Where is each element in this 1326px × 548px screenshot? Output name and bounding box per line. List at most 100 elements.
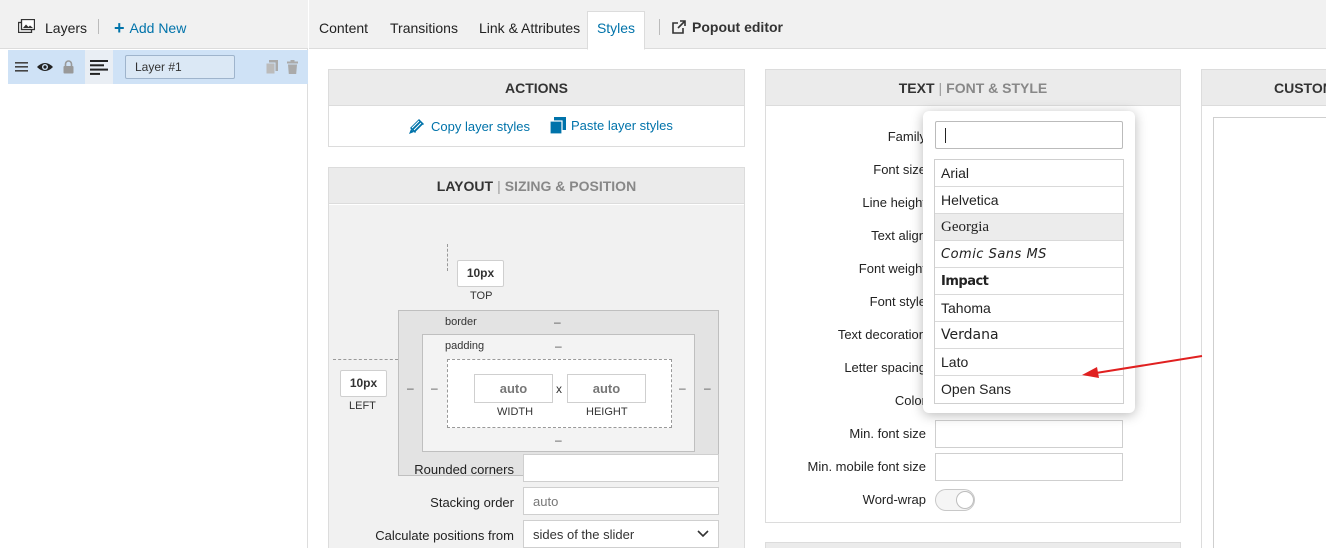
layers-title: Layers (45, 20, 88, 36)
popout-editor-label: Popout editor (692, 19, 783, 35)
paste-layer-styles-button[interactable]: Paste layer styles (550, 117, 673, 134)
padding-bottom-value[interactable]: – (555, 433, 562, 447)
lock-icon[interactable] (62, 57, 74, 77)
font-family-label: Family (887, 129, 926, 144)
padding-label: padding (445, 340, 485, 352)
tab-link-attributes[interactable]: Link & Attributes (479, 20, 580, 36)
font-option-arial[interactable]: Arial (935, 160, 1123, 187)
font-size-label: Font size (873, 162, 926, 177)
layers-panel: Layers + Add New Layer #1 (0, 0, 308, 548)
min-mobile-font-size-input[interactable] (935, 453, 1123, 481)
font-option-helvetica[interactable]: Helvetica (935, 187, 1123, 214)
left-offset-input[interactable]: 10px (340, 370, 387, 397)
layout-title-main: LAYOUT (436, 178, 494, 194)
rounded-corners-input[interactable] (523, 454, 719, 482)
border-top-value[interactable]: – (554, 315, 561, 329)
layer-row[interactable]: Layer #1 (8, 50, 308, 84)
duplicate-layer-icon[interactable] (266, 57, 278, 77)
word-wrap-toggle[interactable] (935, 489, 975, 511)
content-area: auto x auto WIDTH HEIGHT (447, 359, 672, 428)
tabs-divider (659, 19, 660, 35)
copy-layer-styles-label: Copy layer styles (431, 118, 530, 134)
stacking-order-row: Stacking order auto (329, 487, 746, 517)
border-left-value[interactable]: – (407, 381, 414, 395)
stacking-order-label: Stacking order (430, 495, 514, 510)
box-model-editor: 10px TOP 10px LEFT border – – – – paddin… (329, 205, 744, 548)
font-option-impact[interactable]: Impact (935, 268, 1123, 295)
editor-tabs: Content Transitions Link & Attributes St… (309, 0, 1326, 50)
text-decoration-label: Text decoration (837, 327, 926, 342)
top-offset-guide (447, 244, 448, 271)
visibility-eye-icon[interactable] (36, 57, 54, 77)
calc-positions-select[interactable]: sides of the slider (523, 520, 719, 548)
calc-positions-value: sides of the slider (533, 527, 635, 542)
layout-title: LAYOUT | SIZING & POSITION (329, 168, 744, 204)
actions-title: ACTIONS (329, 70, 744, 106)
letter-spacing-label: Letter spacing (844, 360, 926, 375)
font-option-comic-sans-ms[interactable]: Comic Sans MS (935, 241, 1123, 268)
text-title-sub: FONT & STYLE (946, 80, 1048, 96)
text-layer-type-icon (85, 50, 113, 84)
layout-panel: LAYOUT | SIZING & POSITION 10px TOP 10px L… (328, 167, 745, 548)
font-option-tahoma[interactable]: Tahoma (935, 295, 1123, 322)
color-label: Color (894, 393, 926, 408)
rounded-corners-label: Rounded corners (414, 462, 514, 477)
delete-layer-icon[interactable] (286, 57, 298, 77)
layer-name-input[interactable]: Layer #1 (125, 55, 235, 79)
border-area: border – – – – padding – – – – auto x au… (398, 310, 719, 476)
title-separator: | (497, 178, 501, 194)
toggle-knob (956, 491, 974, 509)
min-font-size-input[interactable] (935, 420, 1123, 448)
min-font-size-row: Min. font size (766, 420, 1182, 448)
border-label: border (445, 316, 477, 328)
min-mobile-font-size-label: Min. mobile font size (807, 459, 927, 474)
next-panel-header (765, 542, 1181, 548)
text-cursor (945, 128, 946, 143)
actions-panel: ACTIONS Copy layer styles Paste layer st… (328, 69, 745, 147)
paste-copy-icon (550, 117, 566, 134)
external-link-icon (672, 20, 686, 34)
layers-header: Layers + Add New (0, 0, 308, 49)
copy-brush-icon (409, 119, 424, 134)
times-sign: x (556, 382, 562, 396)
paste-layer-styles-label: Paste layer styles (571, 118, 673, 133)
padding-left-value[interactable]: – (431, 381, 438, 395)
font-search-input[interactable] (935, 121, 1123, 149)
layers-icon (18, 19, 35, 33)
min-font-size-label: Min. font size (849, 426, 926, 441)
font-style-label: Font style (869, 294, 926, 309)
add-new-layer-button[interactable]: + Add New (114, 18, 186, 39)
height-caption: HEIGHT (586, 406, 628, 418)
header-divider (98, 19, 99, 34)
layout-title-sub: SIZING & POSITION (504, 178, 637, 194)
title-separator: | (938, 80, 943, 96)
tab-content[interactable]: Content (319, 20, 368, 36)
top-offset-input[interactable]: 10px (457, 260, 504, 287)
custom-title: CUSTOM (1202, 70, 1326, 106)
border-right-value[interactable]: – (704, 381, 711, 395)
custom-panel: CUSTOM (1201, 69, 1326, 548)
annotation-arrow-icon (1082, 355, 1203, 378)
copy-layer-styles-button[interactable]: Copy layer styles (408, 117, 530, 135)
rounded-corners-row: Rounded corners (329, 454, 746, 484)
text-title: TEXT | FONT & STYLE (766, 70, 1180, 106)
drag-handle-icon[interactable] (15, 57, 28, 77)
text-title-main: TEXT (898, 80, 935, 96)
padding-area: padding – – – – auto x auto WIDTH HEIGHT (422, 334, 695, 452)
custom-css-editor[interactable] (1213, 117, 1326, 548)
padding-right-value[interactable]: – (679, 381, 686, 395)
width-caption: WIDTH (497, 406, 534, 418)
popout-editor-button[interactable]: Popout editor (672, 19, 783, 35)
tab-transitions[interactable]: Transitions (390, 20, 458, 36)
stacking-order-input[interactable]: auto (523, 487, 719, 515)
height-input[interactable]: auto (567, 374, 646, 403)
calc-positions-row: Calculate positions from sides of the sl… (329, 520, 746, 548)
word-wrap-row: Word-wrap (766, 486, 1182, 514)
word-wrap-label: Word-wrap (862, 492, 926, 507)
tab-styles[interactable]: Styles (587, 11, 645, 50)
font-option-georgia[interactable]: Georgia (935, 214, 1123, 241)
min-mobile-font-size-row: Min. mobile font size (766, 453, 1182, 481)
top-caption: TOP (470, 290, 493, 302)
width-input[interactable]: auto (474, 374, 553, 403)
padding-top-value[interactable]: – (555, 339, 562, 353)
